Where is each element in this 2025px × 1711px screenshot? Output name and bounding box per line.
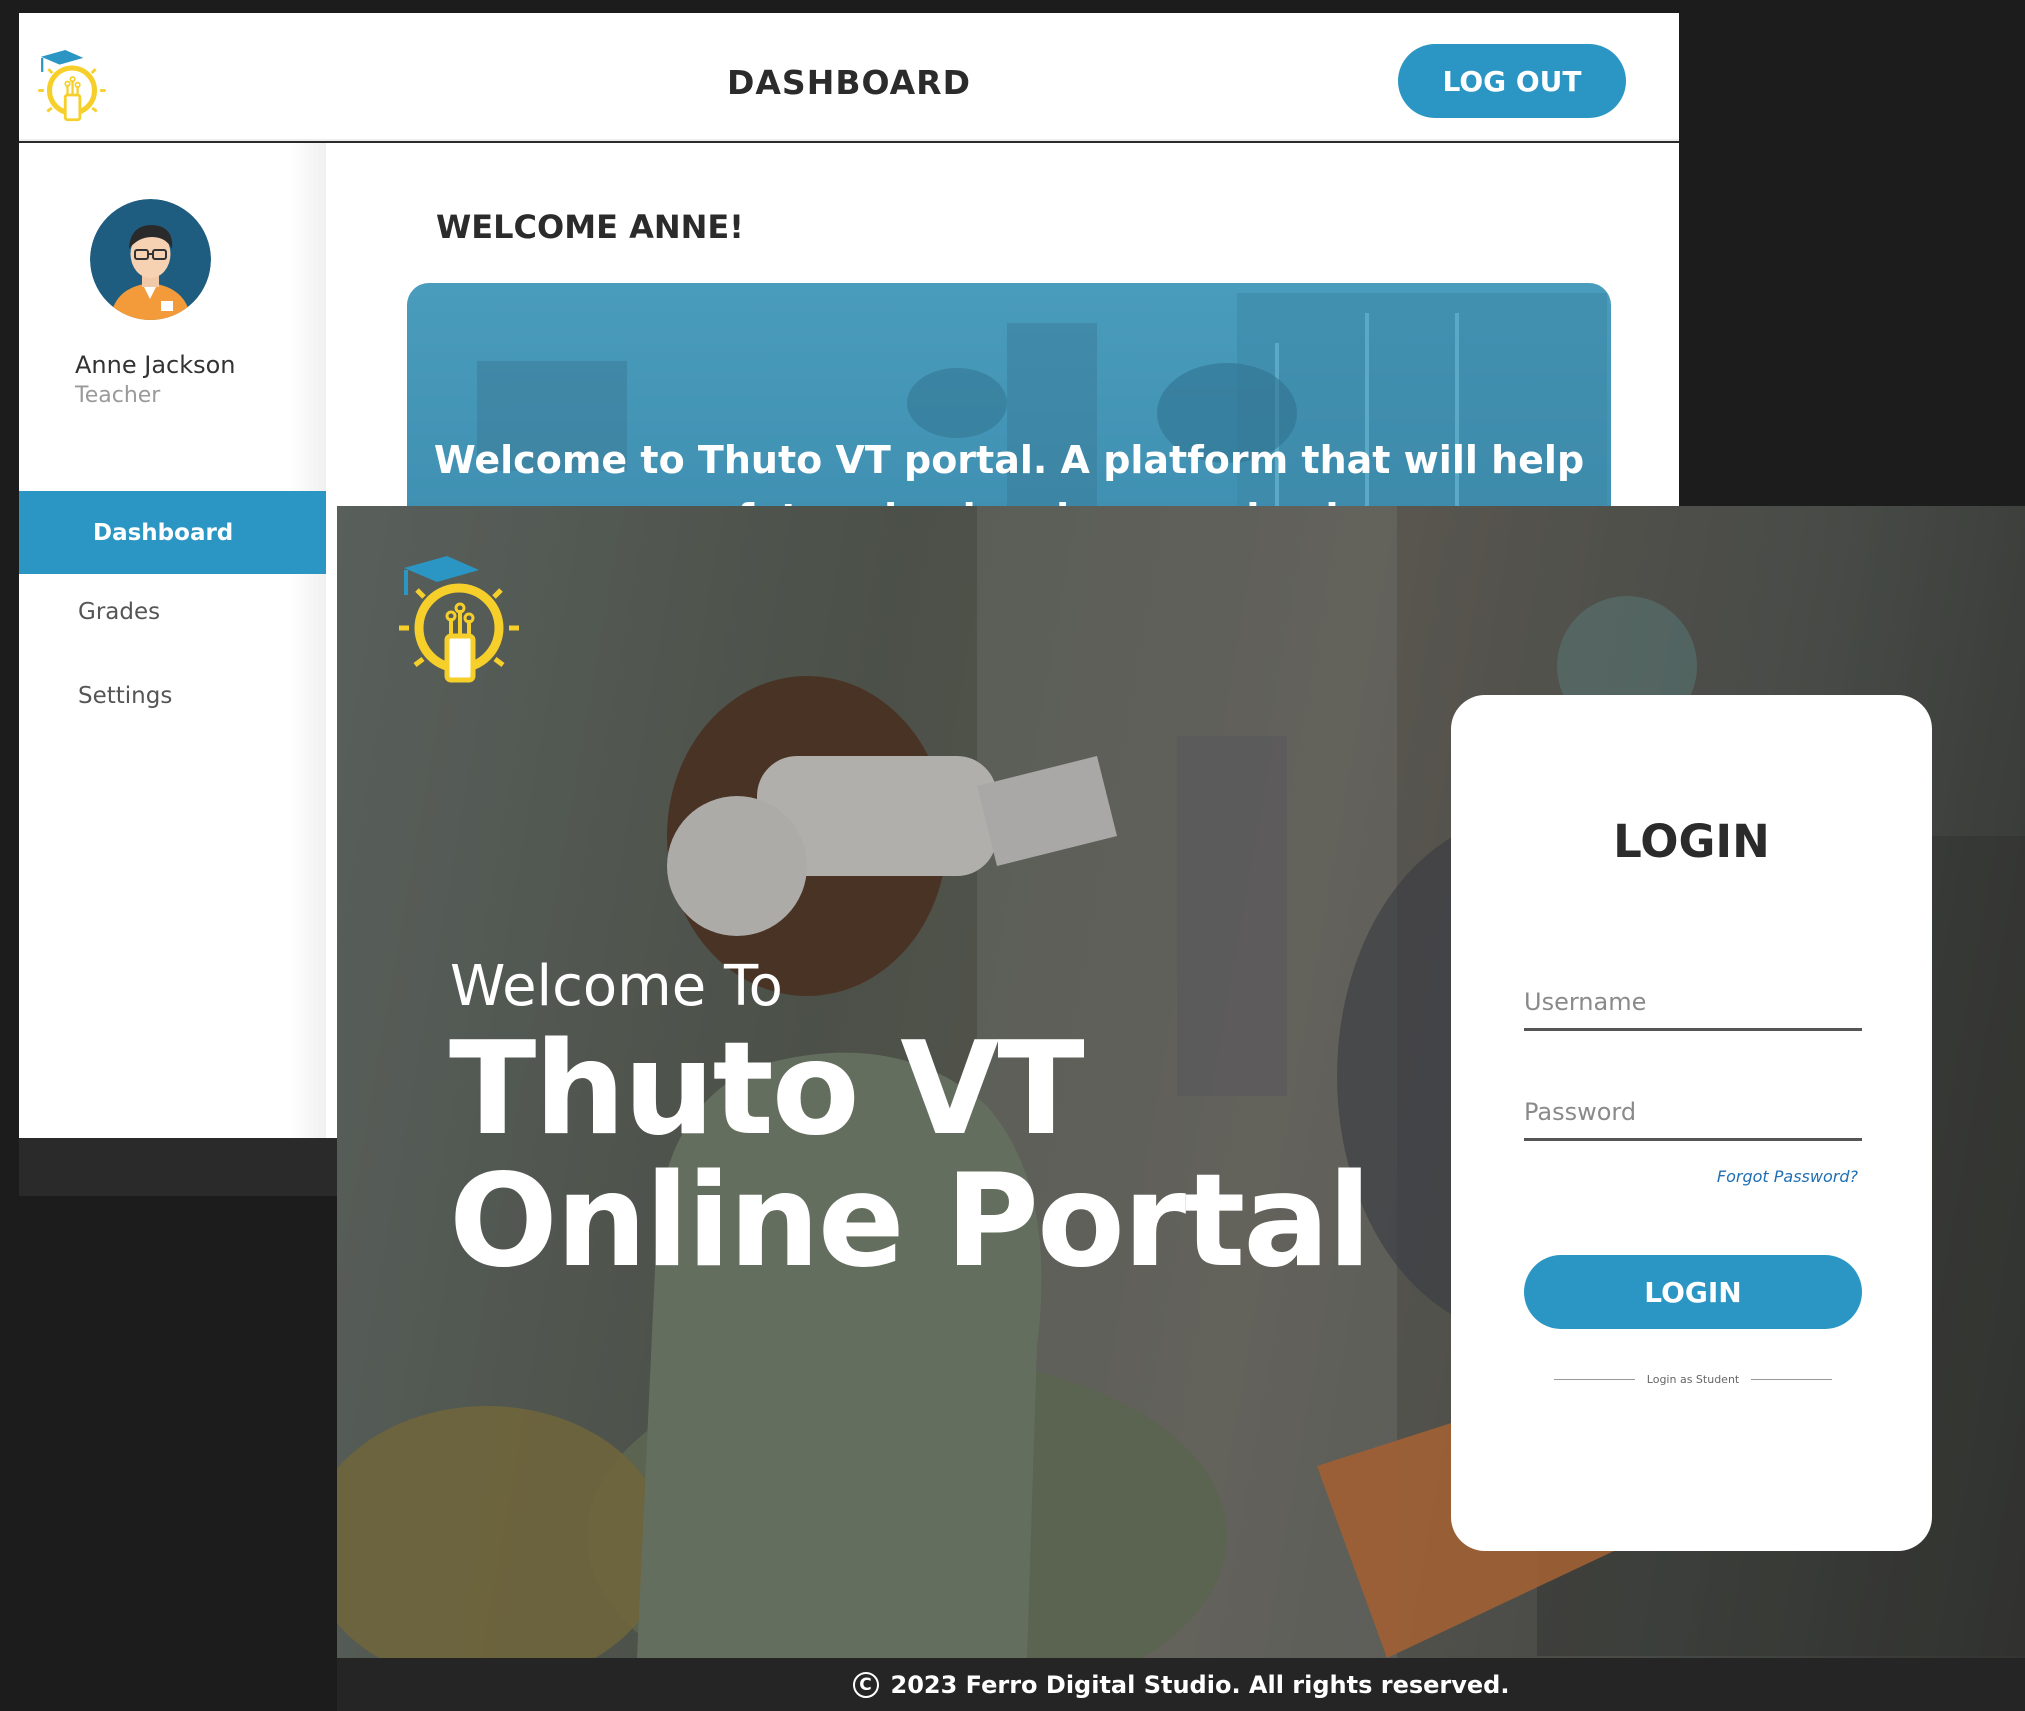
login-card: LOGIN Forgot Password? LOGIN Login as St… [1451, 695, 1932, 1551]
user-name: Anne Jackson [75, 351, 236, 379]
student-login-divider: Login as Student [1554, 1373, 1833, 1386]
footer: C 2023 Ferro Digital Studio. All rights … [337, 1658, 2025, 1711]
login-as-student-link[interactable]: Login as Student [1635, 1373, 1751, 1386]
sidebar-item-grades[interactable]: Grades [19, 570, 326, 653]
hero-title-line1: Thuto VT [449, 1015, 1085, 1164]
hero-welcome: Welcome To [450, 954, 783, 1019]
dashboard-header: DASHBOARD LOG OUT [19, 13, 1679, 141]
divider-line-right [1751, 1379, 1833, 1380]
forgot-password-link[interactable]: Forgot Password? [1524, 1167, 1858, 1186]
login-window: Welcome To Thuto VT Online Portal LOGIN … [337, 506, 2025, 1711]
welcome-heading: WELCOME ANNE! [436, 208, 744, 246]
login-button[interactable]: LOGIN [1524, 1255, 1862, 1329]
user-role: Teacher [75, 383, 161, 408]
hero-title: Thuto VT Online Portal [449, 1015, 1371, 1296]
login-title: LOGIN [1613, 815, 1770, 868]
logo-icon[interactable] [379, 540, 539, 700]
divider-line-left [1554, 1379, 1635, 1380]
sidebar: Anne Jackson Teacher Dashboard Grades Se… [19, 143, 326, 1138]
footer-text: 2023 Ferro Digital Studio. All rights re… [890, 1670, 1510, 1699]
sidebar-item-settings[interactable]: Settings [19, 654, 326, 737]
hero-title-line2: Online Portal [449, 1147, 1371, 1296]
teacher-avatar-icon [90, 199, 211, 320]
logout-button[interactable]: LOG OUT [1398, 44, 1626, 118]
welcome-banner: Welcome to Thuto VT portal. A platform t… [407, 283, 1611, 533]
sidebar-item-dashboard[interactable]: Dashboard [19, 491, 326, 574]
username-input[interactable] [1524, 975, 1862, 1031]
password-input[interactable] [1524, 1085, 1862, 1141]
copyright-icon: C [852, 1671, 879, 1698]
